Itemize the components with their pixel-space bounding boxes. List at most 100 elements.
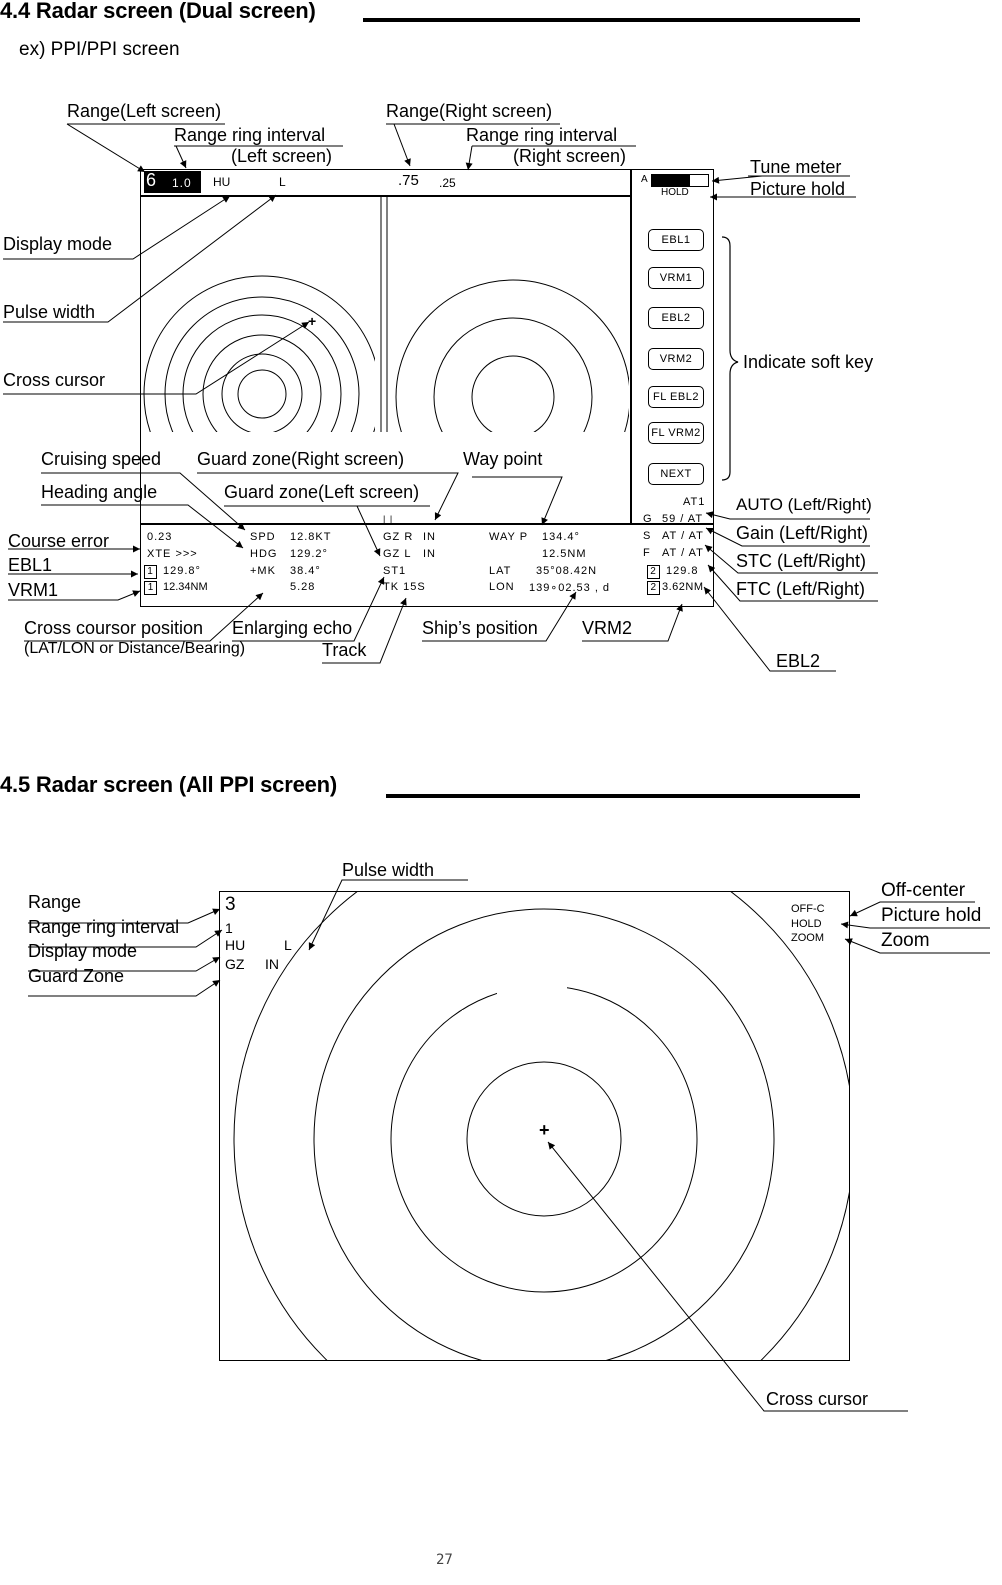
callout-course-error: Course error — [8, 531, 110, 551]
ring-interval-value: 1 — [225, 920, 233, 936]
pulse-width: L — [279, 175, 286, 189]
callout-picture-hold: Picture hold — [750, 179, 846, 199]
callout-gain: Gain (Left/Right) — [736, 523, 869, 543]
side-panel-divider — [630, 169, 632, 524]
callout-cross-pos-2: (LAT/LON or Distance/Bearing) — [24, 640, 246, 657]
ebl1-number: 1 — [144, 565, 157, 579]
callout-off-center: Off-center — [881, 880, 966, 901]
callout-range-left: Range(Left screen) — [67, 101, 222, 121]
track-value: TK 15S — [383, 581, 426, 593]
radar-status: RADAR OFF — [466, 1012, 584, 1034]
gz-left-key: GZ L — [383, 548, 412, 560]
gz-right-key: GZ R — [383, 531, 414, 543]
callout-pulse-width: Pulse width — [3, 302, 96, 322]
lat-value: 35°08.42N — [536, 565, 598, 577]
hold-indicator: HOLD — [791, 918, 822, 930]
ebl1-readout: 1 129.8° — [144, 565, 201, 579]
callout-ships-position: Ship’s position — [422, 618, 538, 638]
callout-vrm1: VRM1 — [8, 580, 59, 600]
vrm1-readout: 1 12.34NM — [144, 581, 208, 595]
gain-value: 59 / AT — [662, 513, 704, 525]
ebl2-readout: 2 129.8 — [647, 565, 699, 579]
ebl1-value: 129.8° — [163, 565, 201, 577]
course-error-value: 0.23 — [147, 531, 173, 543]
callout-enlarging: Enlarging echo — [232, 618, 353, 638]
ftc-value: AT / AT — [662, 547, 704, 559]
callout-track: Track — [322, 640, 367, 660]
softkey-vrm1[interactable]: VRM1 — [648, 267, 704, 289]
vrm2-number: 2 — [647, 581, 660, 595]
waypoint-distance: 12.5NM — [542, 548, 587, 560]
callout-zoom: Zoom — [881, 930, 930, 951]
stc-key: S — [643, 530, 652, 542]
spd-key: SPD — [250, 531, 276, 543]
tune-meter-fill — [652, 175, 690, 186]
callout-ring-right-2: (Right screen) — [513, 146, 627, 166]
callout-guard-zone: Guard Zone — [28, 966, 125, 986]
ring-interval-right: .25 — [439, 176, 456, 190]
softkey-vrm2[interactable]: VRM2 — [648, 348, 704, 370]
gain-key: G — [643, 513, 653, 525]
callout-cross-cursor: Cross cursor — [3, 370, 106, 390]
softkey-fl-ebl2[interactable]: FL EBL2 — [648, 386, 704, 408]
callout-display-mode: Display mode — [28, 941, 138, 961]
guard-zone-key: GZ — [225, 956, 245, 972]
callout-ftc: FTC (Left/Right) — [736, 579, 866, 599]
header-divider — [140, 195, 632, 197]
callout-auto: AUTO (Left/Right) — [736, 495, 872, 514]
waypoint-key: WAY P — [489, 531, 529, 543]
tune-meter — [651, 174, 709, 187]
callout-cross-cursor: Cross cursor — [766, 1389, 869, 1409]
cross-cursor-icon: + — [539, 1120, 550, 1140]
section-4-5-title: 4.5 Radar screen (All PPI screen) — [0, 772, 338, 797]
range-value: 3 — [225, 894, 236, 915]
title-rule — [386, 794, 860, 798]
display-mode-value: HU — [225, 937, 246, 953]
callout-picture-hold: Picture hold — [881, 905, 982, 926]
callout-ring-right-1: Range ring interval — [466, 125, 618, 145]
callout-cross-pos-1: Cross coursor position — [24, 618, 204, 638]
softkey-fl-vrm2[interactable]: FL VRM2 — [648, 422, 704, 444]
stc-value: AT / AT — [662, 530, 704, 542]
hdg-value: 129.2° — [290, 548, 328, 560]
callout-ebl2: EBL2 — [776, 651, 821, 671]
softkey-next[interactable]: NEXT — [648, 463, 704, 485]
ring-interval-left: 1.0 — [172, 176, 192, 190]
ebl2-value: 129.8 — [666, 565, 699, 577]
callout-soft-key: Indicate soft key — [743, 352, 874, 372]
title-rule — [363, 18, 860, 22]
gz-left-value: IN — [423, 548, 436, 560]
callout-display-mode: Display mode — [3, 234, 113, 254]
guard-zone-value: IN — [265, 956, 279, 972]
callout-range-right: Range(Right screen) — [386, 101, 553, 121]
lon-value: 139∘02.53 , d — [529, 582, 611, 594]
xte-indicator: XTE >>> — [147, 548, 198, 560]
callout-ring-interval: Range ring interval — [28, 917, 180, 937]
callout-way-point: Way point — [463, 449, 543, 469]
lat-key: LAT — [489, 565, 512, 577]
pulse-width-value: L — [284, 937, 292, 953]
gz-right-value: IN — [423, 531, 436, 543]
callout-ring-left-2: (Left screen) — [231, 146, 333, 166]
hold-indicator: HOLD — [661, 187, 689, 198]
page-number: 27 — [436, 1552, 453, 1568]
callout-vrm2: VRM2 — [582, 618, 633, 638]
range-right: .75 — [398, 172, 419, 189]
all-ppi-screen — [219, 891, 850, 1361]
callout-cruising-speed: Cruising speed — [41, 449, 162, 469]
enlarging-marker: | | — [383, 514, 394, 524]
callout-ring-left-1: Range ring interval — [174, 125, 326, 145]
callout-stc: STC (Left/Right) — [736, 551, 867, 571]
callout-guard-left: Guard zone(Left screen) — [224, 482, 420, 502]
softkey-ebl1[interactable]: EBL1 — [648, 229, 704, 251]
vrm2-readout: 2 3.62NM — [647, 581, 704, 595]
callout-range: Range — [28, 892, 82, 912]
auto-status: AT1 — [683, 496, 706, 508]
tune-meter-label: A — [641, 174, 648, 185]
softkey-ebl2[interactable]: EBL2 — [648, 307, 704, 329]
lon-key: LON — [489, 581, 515, 593]
cursor-position-value: 5.28 — [290, 581, 316, 593]
callout-heading-angle: Heading angle — [41, 482, 158, 502]
section-4-4-title: 4.4 Radar screen (Dual screen) — [0, 0, 316, 23]
standby-timer: 1:58 — [508, 974, 549, 996]
